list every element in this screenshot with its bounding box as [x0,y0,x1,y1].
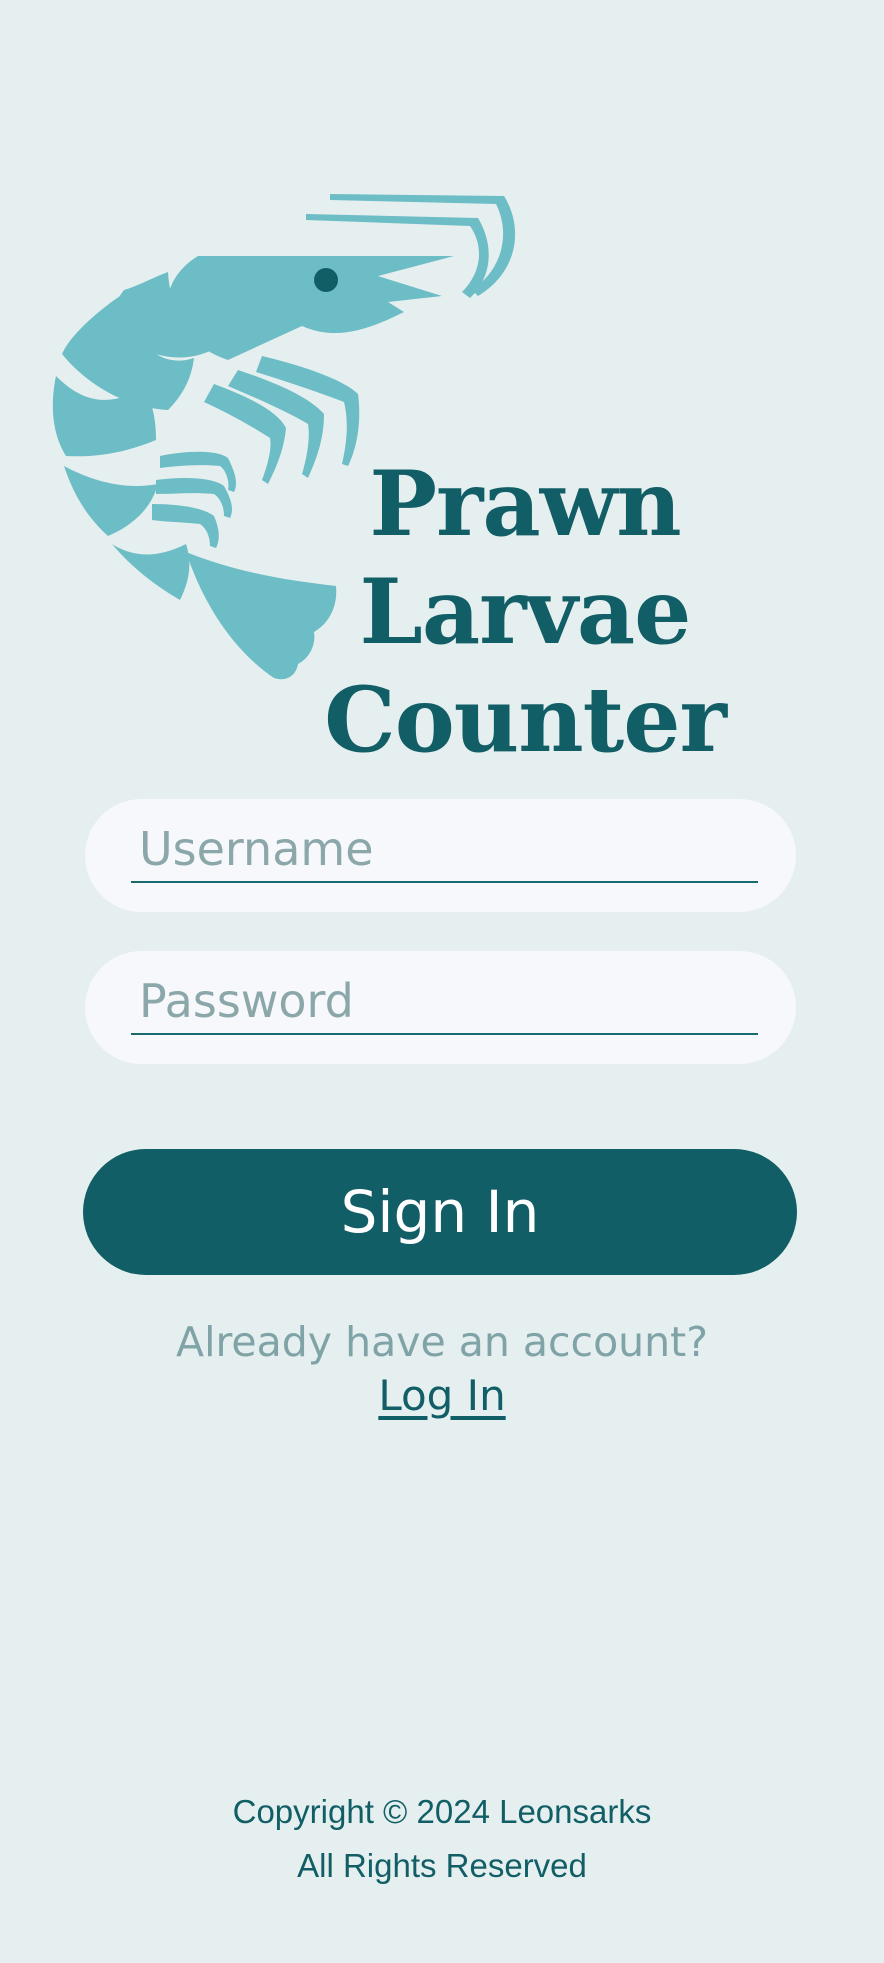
password-input[interactable] [131,969,758,1035]
log-in-link[interactable]: Log In [378,1368,505,1424]
app-title-line2: Counter [324,667,727,773]
copyright-text: Copyright © 2024 Leonsarks [232,1793,652,1830]
rights-text: All Rights Reserved [297,1847,587,1884]
sign-in-button[interactable]: Sign In [83,1149,797,1275]
password-field [85,951,796,1064]
footer: Copyright © 2024 Leonsarks All Rights Re… [0,1785,884,1893]
username-field [85,799,796,912]
app-title-line1: Prawn Larvae [359,451,692,665]
username-input[interactable] [131,817,758,883]
account-question: Already have an account? [176,1318,708,1366]
app-title: Prawn Larvae Counter [210,450,840,774]
account-prompt: Already have an account? Log In [0,1316,884,1424]
